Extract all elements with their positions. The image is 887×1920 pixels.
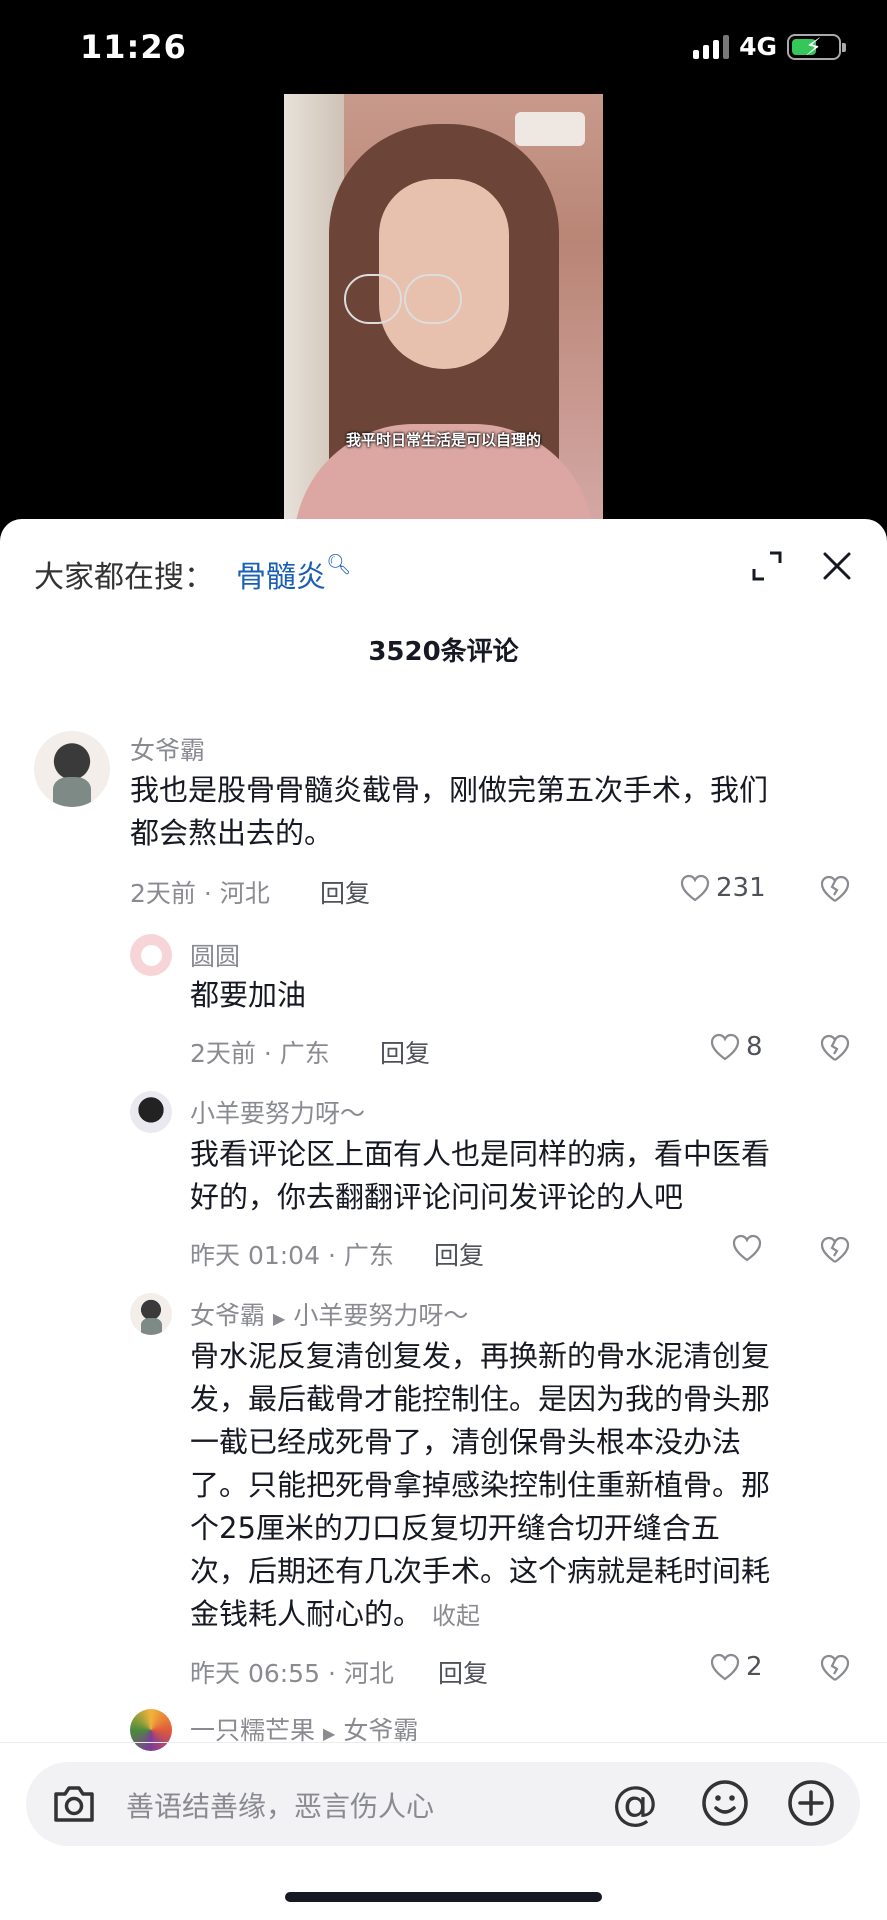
video-subtitle: 我平时日常生活是可以自理的 [345,431,541,449]
collapse-link[interactable]: 收起 [432,1602,480,1630]
reply-button[interactable]: 回复 [320,874,370,910]
battery-icon: ⚡ [787,33,846,60]
broken-heart-icon [820,1236,850,1263]
video-player[interactable]: 我平时日常生活是可以自理的 [284,94,603,519]
comment-text: 我也是股骨骨髓炎截骨，刚做完第五次手术，我们 都会熬出去的。 [130,773,769,850]
camera-icon[interactable] [50,1782,98,1830]
reply-button[interactable]: 回复 [380,1034,430,1070]
dislike-button[interactable] [820,1654,850,1682]
comment-sheet: 大家都在搜： 骨髓炎🔍︎ 3520条评论 女爷霸 我也是股骨骨髓炎截骨，刚做完第… [0,519,887,1920]
avatar[interactable] [130,1293,172,1335]
comment-input[interactable]: 善语结善缘，恶言伤人心 [126,1785,434,1825]
comment-username[interactable]: 圆圆 [190,937,240,973]
divider [0,1742,887,1743]
like-button[interactable]: 2 [710,1652,763,1682]
mention-icon[interactable]: @ [612,1775,658,1831]
search-icon: 🔍︎ [326,552,352,576]
dislike-button[interactable] [820,875,850,903]
comment-username[interactable]: 女爷霸 ▶ 小羊要努力呀～ [190,1296,468,1332]
heart-icon [710,1653,740,1681]
comment-meta: 昨天 06:55 · 河北 [190,1659,394,1688]
reply-button[interactable]: 回复 [434,1236,484,1272]
like-button[interactable]: 8 [710,1032,763,1062]
avatar[interactable] [34,731,110,807]
emoji-icon[interactable] [700,1778,750,1832]
comment-meta: 2天前 · 河北 [130,879,270,908]
signal-icon [693,34,730,59]
reply-button[interactable]: 回复 [438,1654,488,1690]
comment-text: 都要加油 [190,978,307,1012]
like-count: 8 [746,1032,763,1062]
broken-heart-icon [820,1034,850,1061]
reply-arrow-icon: ▶ [273,1309,286,1328]
like-count: 231 [716,873,766,903]
avatar[interactable] [130,934,172,976]
comment-username[interactable]: 小羊要努力呀～ [190,1094,365,1130]
network-type: 4G [739,32,777,61]
like-button[interactable] [732,1234,768,1262]
search-suggestion-link[interactable]: 骨髓炎🔍︎ [236,552,351,596]
comment-meta: 昨天 01:04 · 广东 [190,1241,394,1270]
heart-icon [710,1033,740,1061]
home-indicator[interactable] [285,1892,602,1902]
broken-heart-icon [820,875,850,902]
heart-icon [680,874,710,902]
avatar[interactable] [130,1091,172,1133]
close-icon[interactable] [820,549,854,583]
like-count: 2 [746,1652,763,1682]
plus-icon[interactable] [786,1778,836,1832]
comment-text: 我看评论区上面有人也是同样的病，看中医看 好的，你去翻翻评论问问发评论的人吧 [190,1137,771,1214]
heart-icon [732,1234,762,1262]
broken-heart-icon [820,1654,850,1681]
status-time: 11:26 [80,28,187,66]
like-button[interactable]: 231 [680,873,766,903]
reply-arrow-icon: ▶ [323,1724,336,1743]
search-suggestion-label: 大家都在搜： [34,560,214,595]
comment-meta: 2天前 · 广东 [190,1039,330,1068]
avatar[interactable] [130,1709,172,1751]
comment-username[interactable]: 女爷霸 [130,731,205,767]
expand-icon[interactable] [750,549,784,583]
status-indicators: 4G ⚡ [693,32,846,61]
dislike-button[interactable] [820,1034,850,1062]
comment-count: 3520条评论 [368,637,519,667]
dislike-button[interactable] [820,1236,850,1264]
comment-text: 骨水泥反复清创复发，再换新的骨水泥清创复 发，最后截骨才能控制住。是因为我的骨头… [190,1339,771,1631]
